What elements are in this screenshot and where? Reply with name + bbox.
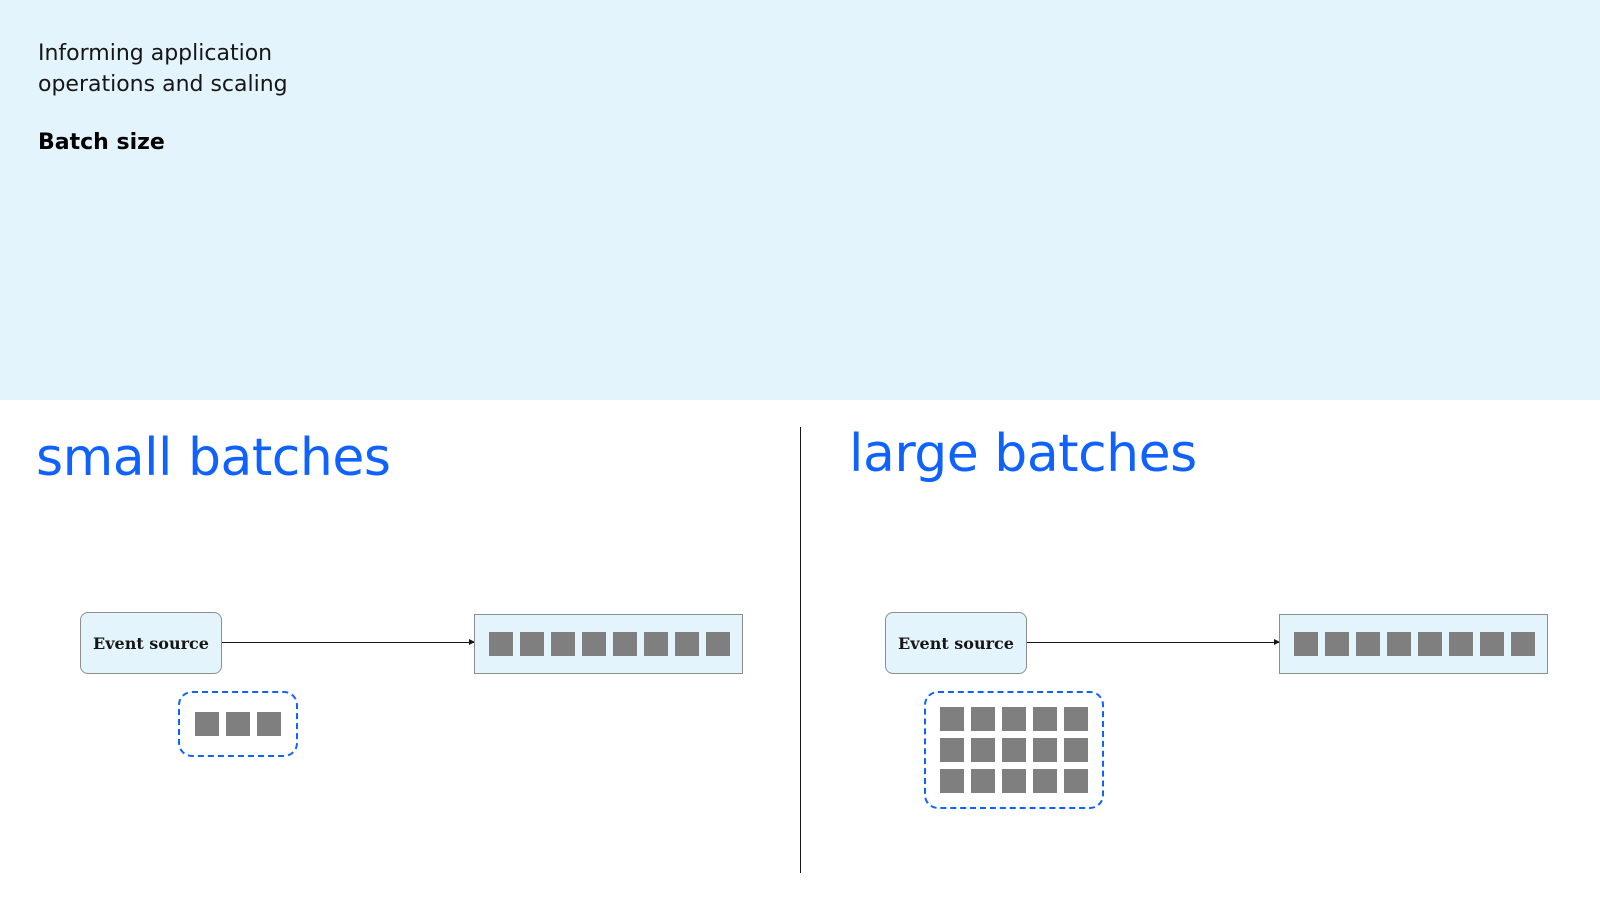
queued-event — [706, 632, 730, 656]
queued-event — [1325, 632, 1349, 656]
queued-event — [1387, 632, 1411, 656]
event-source-label: Event source — [93, 633, 209, 653]
batched-event — [195, 712, 219, 736]
event-source-box-small: Event source — [80, 612, 222, 674]
batched-event — [1064, 707, 1088, 731]
queued-event — [644, 632, 668, 656]
batch-group-small — [178, 691, 298, 757]
batched-event — [1002, 769, 1026, 793]
queued-event — [1418, 632, 1442, 656]
event-queue-small — [474, 614, 743, 674]
batch-group-large — [924, 691, 1104, 809]
batched-event — [1064, 738, 1088, 762]
event-source-label: Event source — [898, 633, 1014, 653]
panel-divider — [800, 427, 801, 873]
queued-event — [1480, 632, 1504, 656]
large-batches-title: large batches — [849, 424, 1197, 484]
batched-event — [940, 707, 964, 731]
slide-title: Batch size — [38, 130, 165, 155]
batched-event — [1002, 707, 1026, 731]
subtitle-line-1: Informing application — [38, 41, 273, 66]
batched-event — [971, 707, 995, 731]
batched-event — [971, 738, 995, 762]
batched-event — [971, 769, 995, 793]
batched-event — [226, 712, 250, 736]
slide-subtitle: Informing application operations and sca… — [38, 38, 288, 100]
queued-event — [1294, 632, 1318, 656]
batched-event — [1033, 769, 1057, 793]
subtitle-line-2: operations and scaling — [38, 72, 288, 97]
queued-event — [489, 632, 513, 656]
batched-event — [1033, 738, 1057, 762]
batched-event — [257, 712, 281, 736]
header-banner: Informing application operations and sca… — [0, 0, 1600, 400]
queued-event — [551, 632, 575, 656]
queued-event — [582, 632, 606, 656]
queued-event — [1449, 632, 1473, 656]
queued-event — [1511, 632, 1535, 656]
queued-event — [613, 632, 637, 656]
queued-event — [1356, 632, 1380, 656]
batched-event — [940, 738, 964, 762]
small-batches-title: small batches — [36, 428, 391, 488]
connector-arrow-large — [1027, 639, 1280, 645]
batched-event — [940, 769, 964, 793]
batched-event — [1064, 769, 1088, 793]
batched-event — [1033, 707, 1057, 731]
batched-event — [1002, 738, 1026, 762]
connector-arrow-small — [222, 639, 475, 645]
queued-event — [675, 632, 699, 656]
event-source-box-large: Event source — [885, 612, 1027, 674]
event-queue-large — [1279, 614, 1548, 674]
queued-event — [520, 632, 544, 656]
